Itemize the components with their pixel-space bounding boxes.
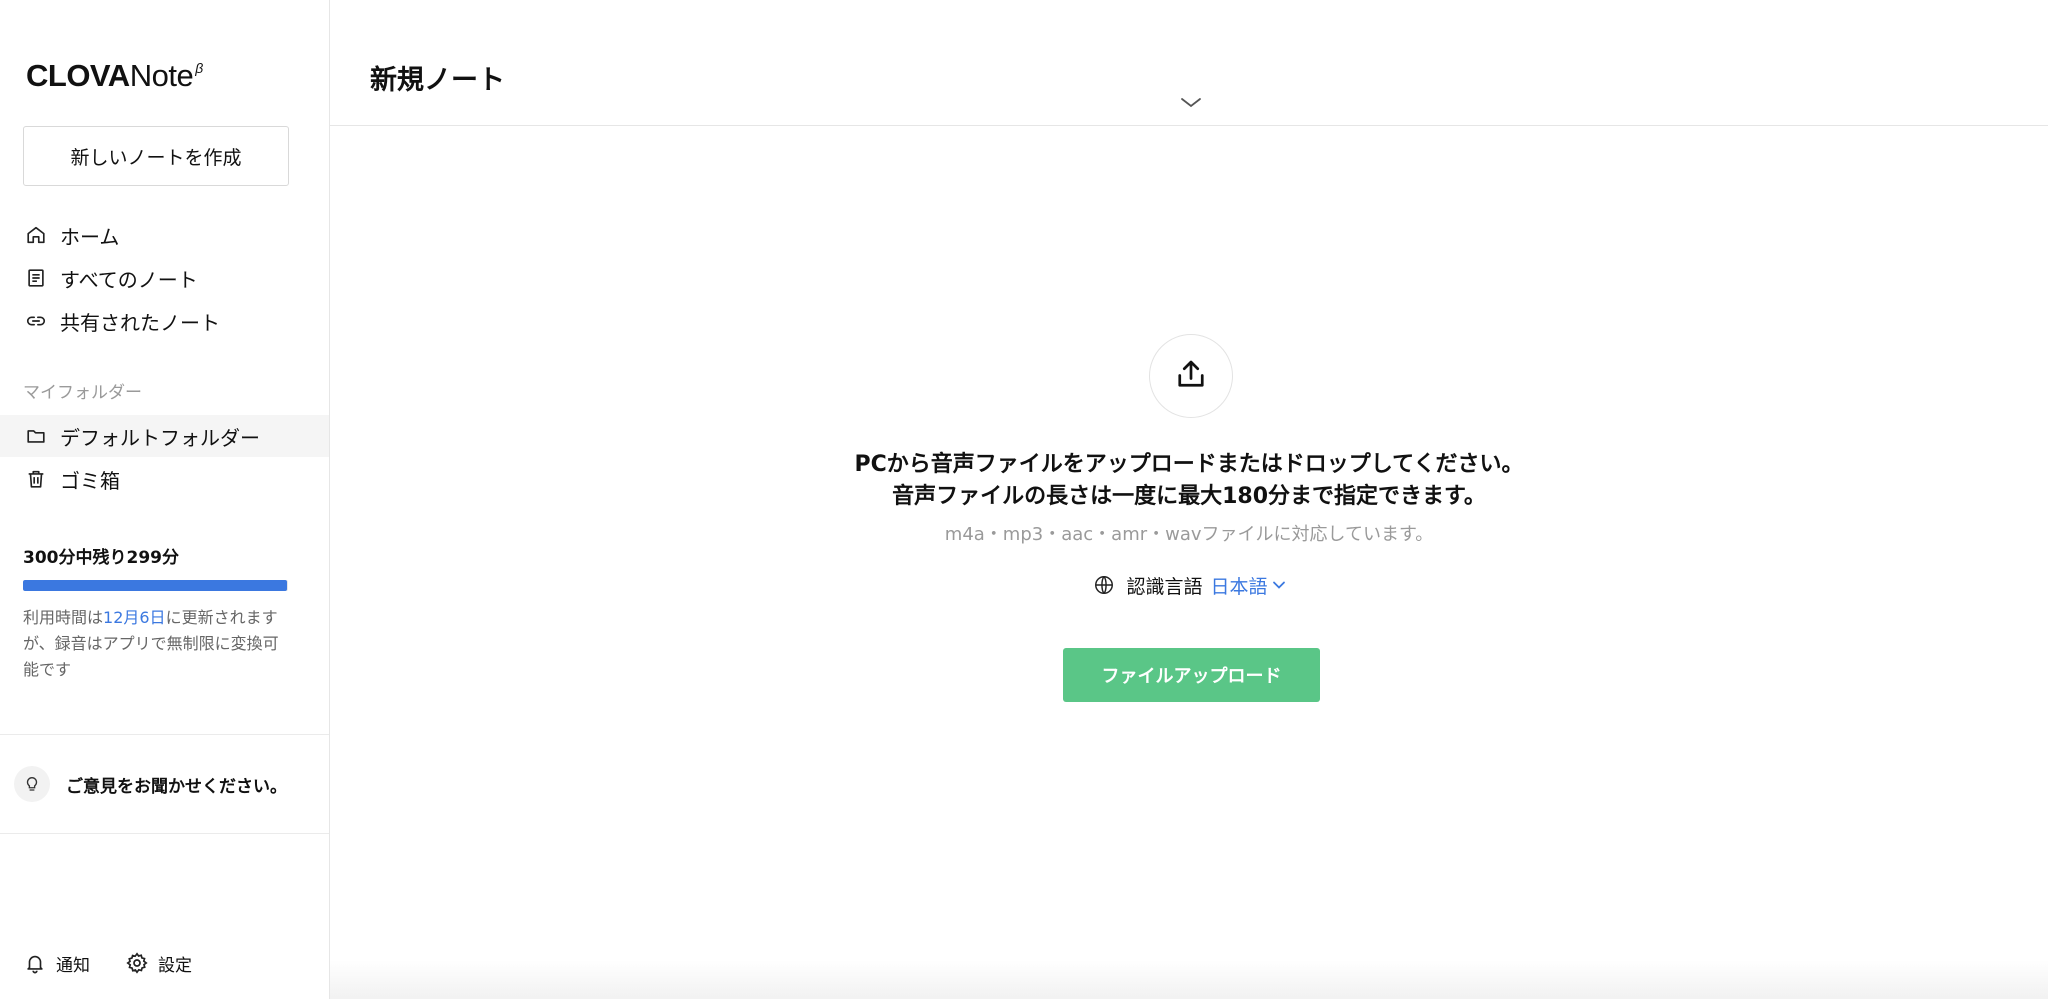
feedback-link[interactable]: ご意見をお聞かせください。 xyxy=(14,766,287,802)
nav-item-all-notes[interactable]: すべてのノート xyxy=(0,257,329,299)
upload-icon xyxy=(1173,356,1209,396)
home-icon xyxy=(24,223,48,247)
nav-item-home[interactable]: ホーム xyxy=(0,214,329,256)
folder-icon xyxy=(24,424,48,448)
chevron-down-icon[interactable] xyxy=(1179,96,1203,110)
main-content: 新規ノート PCから音声ファイルをアップロードまたはドロップしてください。 音声… xyxy=(330,0,2048,999)
notifications-button[interactable]: 通知 xyxy=(22,948,90,978)
app-root: CLOVANote β 新しいノートを作成 ホーム すべてのノート 共有されたノー… xyxy=(0,0,2048,999)
usage-progress-fill xyxy=(23,580,288,591)
settings-label: 設定 xyxy=(158,955,192,976)
clova-note-logo[interactable]: CLOVANote β xyxy=(26,58,203,94)
usage-renewal-date: 12月6日 xyxy=(103,608,166,627)
trash-icon xyxy=(24,467,48,491)
document-icon xyxy=(24,266,48,290)
globe-icon xyxy=(1092,573,1116,597)
usage-progress-bar xyxy=(23,580,288,591)
note-header: 新規ノート xyxy=(330,0,2048,126)
logo-sub: Note xyxy=(129,58,194,93)
folder-item-trash[interactable]: ゴミ箱 xyxy=(0,458,329,500)
nav-item-label: ホーム xyxy=(60,224,120,249)
settings-button[interactable]: 設定 xyxy=(124,948,192,978)
sidebar-divider xyxy=(0,833,329,834)
bell-icon xyxy=(22,950,48,976)
recognition-language-label: 認識言語 xyxy=(1126,575,1203,598)
supported-formats: m4a・mp3・aac・amr・wavファイルに対応しています。 xyxy=(944,524,1434,545)
usage-note: 利用時間は12月6日に更新されますが、録音はアプリで無制限に変換可能です xyxy=(23,605,293,683)
feedback-label: ご意見をお聞かせください。 xyxy=(66,776,287,797)
folder-item-label: デフォルトフォルダー xyxy=(60,425,260,450)
sidebar-divider xyxy=(0,734,329,735)
language-value: 日本語 xyxy=(1210,575,1268,598)
bottom-shadow xyxy=(330,960,2048,999)
logo-main: CLOVA xyxy=(26,58,130,93)
upload-instruction-line1: PCから音声ファイルをアップロードまたはドロップしてください。 xyxy=(854,452,1524,477)
link-icon xyxy=(24,309,48,333)
notifications-label: 通知 xyxy=(56,955,90,976)
page-title: 新規ノート xyxy=(370,65,505,96)
language-select[interactable]: 日本語 xyxy=(1211,572,1286,599)
recognition-language: 認識言語 日本語 xyxy=(330,570,2048,600)
nav-item-shared-notes[interactable]: 共有されたノート xyxy=(0,300,329,342)
chevron-down-icon xyxy=(1272,580,1286,590)
gear-icon xyxy=(124,950,150,976)
upload-drop-button[interactable] xyxy=(1149,334,1233,418)
sidebar: CLOVANote β 新しいノートを作成 ホーム すべてのノート 共有されたノー… xyxy=(0,0,330,999)
folder-item-label: ゴミ箱 xyxy=(60,468,120,493)
upload-instruction-line2: 音声ファイルの長さは一度に最大180分まで指定できます。 xyxy=(892,484,1486,509)
usage-remaining-title: 300分中残り299分 xyxy=(23,548,179,568)
usage-note-prefix: 利用時間は xyxy=(23,608,104,627)
nav-item-label: すべてのノート xyxy=(60,267,198,292)
folder-item-default[interactable]: デフォルトフォルダー xyxy=(0,415,329,457)
lightbulb-icon xyxy=(14,766,50,802)
nav-item-label: 共有されたノート xyxy=(60,310,220,335)
my-folders-label: マイフォルダー xyxy=(23,383,142,403)
beta-badge: β xyxy=(195,60,203,76)
new-note-button[interactable]: 新しいノートを作成 xyxy=(23,126,289,186)
file-upload-button[interactable]: ファイルアップロード xyxy=(1063,648,1320,702)
